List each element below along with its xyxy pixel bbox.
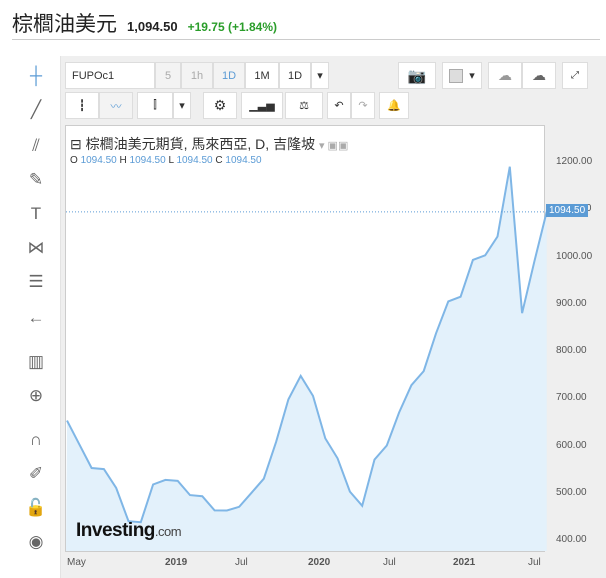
price-area	[66, 166, 547, 551]
legend-menu-icon[interactable]: ▾ ▣▣	[319, 140, 348, 152]
chart-legend: ⊟ 棕櫚油美元期貨, 馬來西亞, D, 吉隆坡 ▾ ▣▣	[70, 134, 348, 154]
investing-logo: Investing.com	[76, 520, 182, 541]
high-value: 1094.50	[129, 155, 166, 166]
y-tick-label: 1000.00	[556, 250, 593, 262]
x-tick-label: Jul	[528, 557, 541, 568]
x-tick-label: 2020	[308, 557, 331, 568]
collapse-icon[interactable]: ⊟	[70, 136, 86, 152]
price-chart	[66, 166, 548, 551]
legend-title: 棕櫚油美元期貨, 馬來西亞, D, 吉隆坡	[85, 136, 316, 152]
y-tick-label: 500.00	[556, 486, 587, 498]
open-label: O	[70, 155, 78, 166]
last-price-label: 1094.50	[546, 204, 589, 217]
y-tick-label: 600.00	[556, 439, 587, 451]
x-tick-label: May	[67, 557, 86, 568]
open-value: 1094.50	[80, 155, 117, 166]
x-tick-label: 2019	[165, 557, 188, 568]
low-label: L	[168, 155, 174, 166]
y-tick-label: 900.00	[556, 297, 587, 309]
x-tick-label: Jul	[383, 557, 396, 568]
x-tick-label: Jul	[235, 557, 248, 568]
y-tick-label: 1200.00	[556, 156, 593, 167]
y-tick-label: 800.00	[556, 345, 587, 356]
low-value: 1094.50	[176, 155, 213, 166]
high-label: H	[119, 155, 127, 166]
y-tick-label: 400.00	[556, 534, 587, 545]
x-tick-label: 2021	[453, 557, 476, 568]
ohlc-values: O 1094.50 H 1094.50 L 1094.50 C 1094.50	[70, 155, 262, 166]
close-label: C	[215, 155, 223, 166]
close-value: 1094.50	[225, 155, 262, 166]
y-tick-label: 700.00	[556, 392, 587, 404]
